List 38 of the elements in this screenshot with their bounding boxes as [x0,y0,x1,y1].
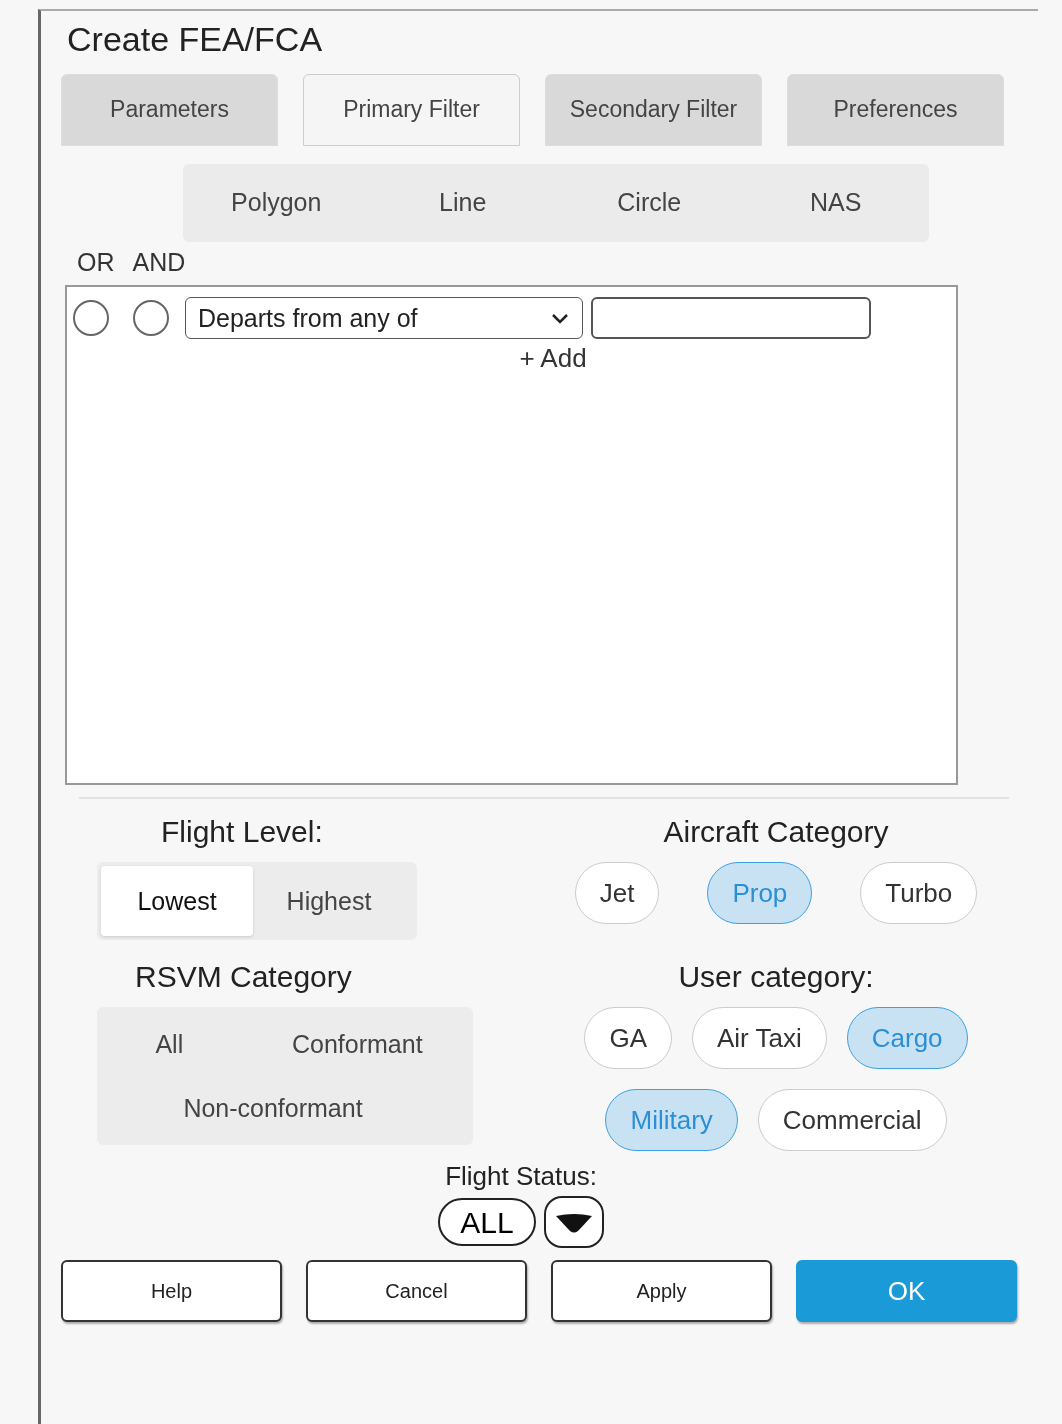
action-button[interactable]: Cancel [306,1260,527,1323]
category-chip[interactable]: Turbo [860,862,978,925]
dropdown-button[interactable] [543,1196,604,1249]
section-label: RSVM Category [135,959,353,996]
tab[interactable]: Parameters [61,73,278,146]
segment-option[interactable]: Lowest [101,866,253,937]
category-chip[interactable]: GA [584,1007,672,1070]
window-title: Create FEA/FCA [67,19,324,60]
shape-tab[interactable]: NAS [742,163,929,242]
segment-option[interactable]: Highest [253,866,405,937]
segment-option[interactable]: Non-conformant [177,1079,369,1138]
radio-button[interactable] [133,300,169,337]
section-label: Flight Level: [161,814,324,851]
category-chip[interactable]: Air Taxi [692,1007,827,1070]
shape-tab[interactable]: Line [369,163,556,242]
caret-icon [553,1212,594,1235]
column-label: OR [77,246,115,278]
section-label: User category: [678,959,874,996]
segment-option[interactable]: All [97,1015,242,1074]
tab[interactable]: Primary Filter [303,73,520,146]
category-chip[interactable]: Commercial [757,1089,947,1152]
section-label: Flight Status: [445,1160,597,1194]
status-select[interactable]: ALL [438,1198,536,1247]
shape-tab[interactable]: Circle [556,163,743,242]
segment-option[interactable]: Conformant [241,1015,473,1074]
action-button[interactable]: Apply [551,1260,772,1323]
chevron-down-icon [550,311,570,326]
radio-button[interactable] [73,300,109,337]
add-link[interactable]: + Add [519,343,587,374]
condition-dropdown[interactable]: Departs from any of [185,297,583,340]
section-label: Aircraft Category [663,814,889,851]
action-button[interactable]: Help [61,1260,282,1323]
column-label: AND [132,246,186,278]
category-chip[interactable]: Jet [574,862,660,925]
shape-tab[interactable]: Polygon [183,163,370,242]
tab[interactable]: Secondary Filter [545,73,762,146]
tab[interactable]: Preferences [787,73,1004,146]
value-input[interactable] [591,297,871,340]
